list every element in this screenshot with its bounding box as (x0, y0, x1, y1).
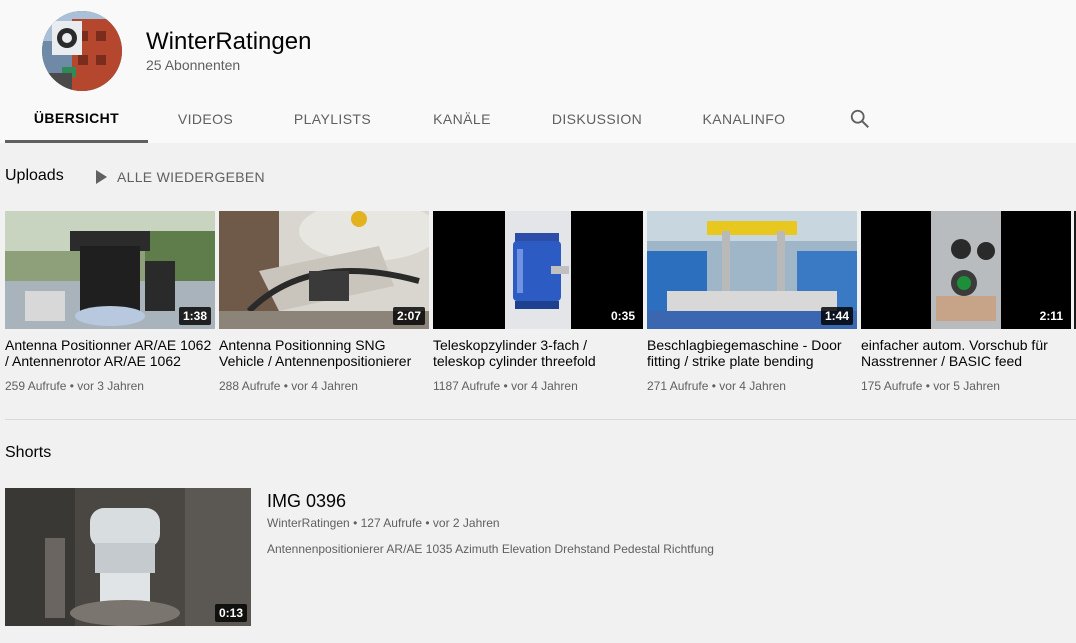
upload-age: vor 4 Jahren (511, 379, 578, 393)
video-duration: 0:35 (606, 307, 639, 325)
meta-separator: • (925, 379, 930, 393)
video-duration: 2:11 (1035, 307, 1067, 325)
upload-age: vor 4 Jahren (719, 379, 786, 393)
uploads-title[interactable]: Uploads (5, 167, 64, 185)
video-card[interactable]: 1:38 Antenna Positionner AR/AE 1062 / An… (5, 211, 215, 393)
channel-tabs: ÜBERSICHT VIDEOS PLAYLISTS KANÄLE DISKUS… (5, 98, 816, 143)
meta-separator: • (711, 379, 716, 393)
short-thumbnail[interactable]: 0:13 (5, 488, 251, 626)
video-meta: 288 Aufrufe • vor 4 Jahren (219, 379, 429, 393)
channel-name: WinterRatingen (146, 28, 312, 55)
meta-separator: • (503, 379, 508, 393)
meta-separator: • (425, 516, 430, 530)
short-meta: WinterRatingen • 127 Aufrufe • vor 2 Jah… (267, 516, 500, 530)
subscriber-count: 25 Abonnenten (146, 57, 241, 73)
upload-age: vor 5 Jahren (933, 379, 1000, 393)
video-card[interactable]: 2:11 einfacher autom. Vorschub für Nasst… (861, 211, 1071, 393)
tab-playlists[interactable]: PLAYLISTS (263, 98, 402, 140)
short-duration: 0:13 (214, 604, 247, 622)
search-icon[interactable] (849, 108, 871, 130)
meta-separator: • (353, 516, 358, 530)
play-all-label: ALLE WIEDERGEBEN (117, 169, 265, 185)
short-channel[interactable]: WinterRatingen (267, 516, 350, 530)
short-title[interactable]: IMG 0396 (267, 491, 346, 512)
video-title[interactable]: Antenna Positionner AR/AE 1062 / Antenne… (5, 337, 215, 369)
video-title[interactable]: Antenna Positionning SNG Vehicle / Anten… (219, 337, 429, 369)
upload-age: vor 2 Jahren (432, 516, 500, 530)
tab-channels[interactable]: KANÄLE (402, 98, 522, 140)
video-duration: 2:07 (392, 307, 425, 325)
video-thumbnail[interactable]: 1:44 (647, 211, 857, 329)
view-count: 271 Aufrufe (647, 379, 709, 393)
video-thumbnail[interactable]: 0:35 (433, 211, 643, 329)
video-meta: 1187 Aufrufe • vor 4 Jahren (433, 379, 643, 393)
video-card[interactable]: 2:07 Antenna Positionning SNG Vehicle / … (219, 211, 429, 393)
upload-age: vor 4 Jahren (291, 379, 358, 393)
upload-age: vor 3 Jahren (77, 379, 144, 393)
tab-videos[interactable]: VIDEOS (148, 98, 263, 140)
video-title[interactable]: Beschlagbiegemaschine - Door fitting / s… (647, 337, 857, 369)
video-meta: 175 Aufrufe • vor 5 Jahren (861, 379, 1071, 393)
video-title[interactable]: einfacher autom. Vorschub für Nasstrenne… (861, 337, 1071, 369)
short-description: Antennenpositionierer AR/AE 1035 Azimuth… (267, 542, 714, 556)
tab-discussion[interactable]: DISKUSSION (522, 98, 672, 140)
video-meta: 259 Aufrufe • vor 3 Jahren (5, 379, 215, 393)
view-count: 288 Aufrufe (219, 379, 281, 393)
meta-separator: • (69, 379, 74, 393)
play-all-button[interactable]: ALLE WIEDERGEBEN (95, 168, 265, 186)
meta-separator: • (283, 379, 288, 393)
play-icon (96, 170, 107, 184)
view-count: 1187 Aufrufe (433, 379, 501, 393)
video-card[interactable]: 1:44 Beschlagbiegemaschine - Door fittin… (647, 211, 857, 393)
video-thumbnail[interactable]: 2:07 (219, 211, 429, 329)
video-title[interactable]: Teleskopzylinder 3-fach / teleskop cylin… (433, 337, 643, 369)
tab-overview[interactable]: ÜBERSICHT (5, 98, 148, 143)
video-thumbnail[interactable]: 2:11 (861, 211, 1071, 329)
video-meta: 271 Aufrufe • vor 4 Jahren (647, 379, 857, 393)
view-count: 127 Aufrufe (360, 516, 422, 530)
video-duration: 1:38 (178, 307, 211, 325)
video-thumbnail[interactable]: 1:38 (5, 211, 215, 329)
shorts-title[interactable]: Shorts (5, 444, 51, 462)
view-count: 175 Aufrufe (861, 379, 923, 393)
section-divider (5, 419, 1076, 420)
tab-about[interactable]: KANALINFO (672, 98, 816, 140)
channel-header: WinterRatingen 25 Abonnenten ÜBERSICHT V… (0, 0, 1076, 143)
view-count: 259 Aufrufe (5, 379, 67, 393)
video-duration: 1:44 (820, 307, 853, 325)
video-card[interactable]: 0:35 Teleskopzylinder 3-fach / teleskop … (433, 211, 643, 393)
channel-avatar[interactable] (42, 11, 122, 91)
